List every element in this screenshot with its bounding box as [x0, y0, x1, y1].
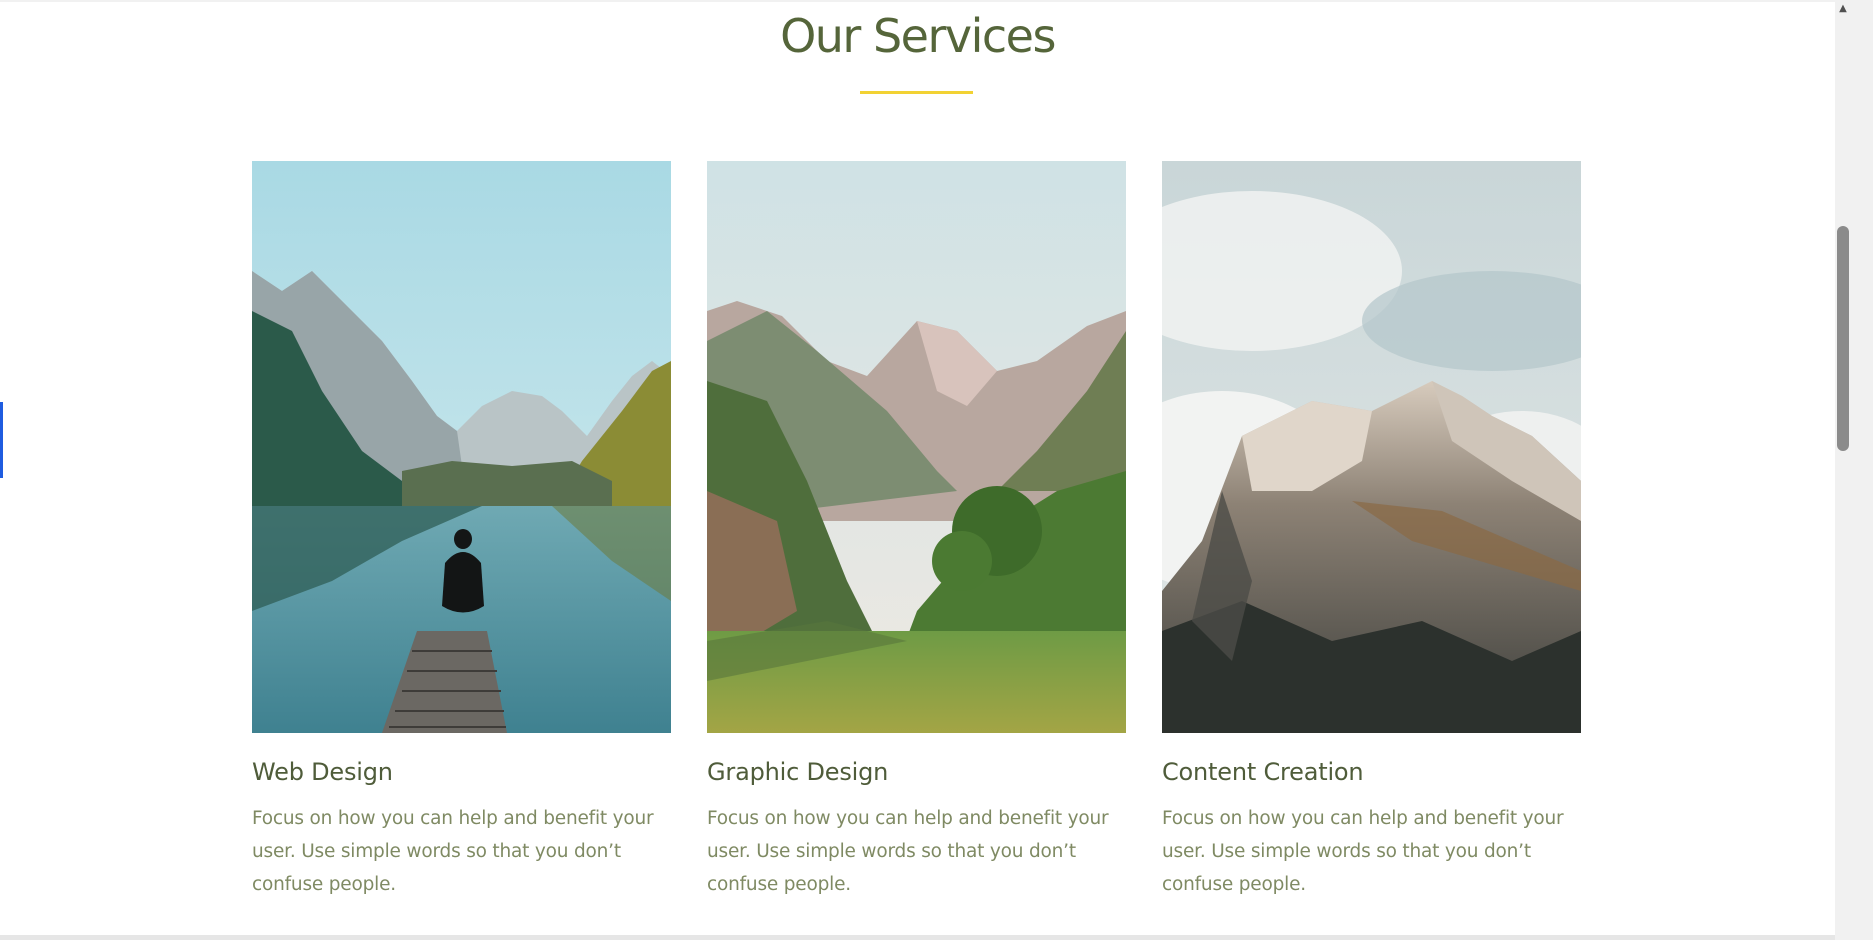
- scrollbar-thumb[interactable]: [1837, 226, 1849, 451]
- service-description: Focus on how you can help and benefit yo…: [252, 808, 654, 895]
- service-card-web-design: Web Design Focus on how you can help and…: [252, 161, 671, 895]
- service-title: Content Creation: [1162, 758, 1364, 786]
- service-card-graphic-design: Graphic Design Focus on how you can help…: [707, 161, 1126, 895]
- vertical-scrollbar[interactable]: ▲: [1835, 0, 1873, 940]
- service-title: Web Design: [252, 758, 393, 786]
- service-title: Graphic Design: [707, 758, 889, 786]
- chevron-up-icon[interactable]: ▲: [1835, 0, 1851, 17]
- top-divider: [0, 0, 1835, 2]
- bottom-divider: [0, 935, 1835, 940]
- service-card-content-creation: Content Creation Focus on how you can he…: [1162, 161, 1581, 895]
- service-description: Focus on how you can help and benefit yo…: [707, 808, 1109, 895]
- title-underline: [860, 91, 973, 94]
- side-feedback-tab[interactable]: [0, 402, 3, 478]
- service-image-web-design: [252, 161, 671, 733]
- service-image-graphic-design: [707, 161, 1126, 733]
- service-description: Focus on how you can help and benefit yo…: [1162, 808, 1564, 895]
- section-title: Our Services: [780, 9, 1056, 63]
- page-viewport: Our Services Web Design Focus on how you…: [0, 0, 1873, 940]
- service-image-content-creation: [1162, 161, 1581, 733]
